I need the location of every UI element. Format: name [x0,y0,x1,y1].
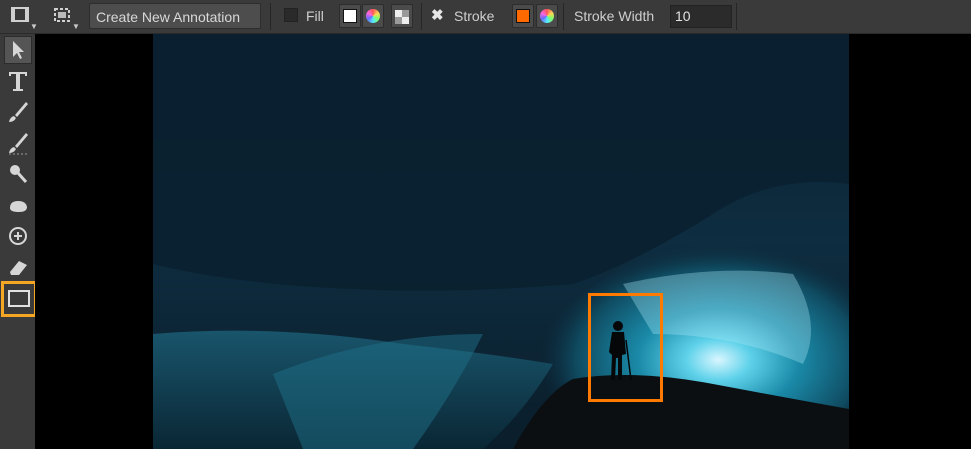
fill-label: Fill [306,8,324,24]
clone-tool[interactable] [4,160,32,188]
select-tool[interactable] [4,36,32,64]
chevron-down-icon[interactable]: ▼ [30,22,38,31]
fill-color-swatch[interactable] [339,4,361,28]
annotation-rectangle[interactable] [588,293,663,402]
checker-icon [395,10,409,24]
text-tool[interactable] [4,67,32,95]
create-new-annotation-button[interactable]: Create New Annotation [89,3,261,29]
brush-icon [9,102,28,122]
chevron-down-icon[interactable]: ▼ [72,22,80,31]
stroke-color-wheel-button[interactable] [536,4,558,28]
ice-cave-photo [153,34,849,449]
soft-brush-tool[interactable] [4,129,32,157]
circle-plus-icon [9,227,27,245]
fill-color-chip [343,9,357,23]
eraser-tool[interactable] [4,253,32,281]
paint-brush-tool[interactable] [4,98,32,126]
stroke-checkbox-x-icon[interactable]: ✖ [431,6,444,24]
eraser-icon [10,261,27,275]
dodge-tool[interactable] [4,222,32,250]
fill-color-wheel-button[interactable] [362,4,384,28]
toolbar-divider [563,3,564,30]
smudge-tool[interactable] [4,191,32,219]
arrow-cursor-icon [13,41,24,59]
fill-pattern-button[interactable] [391,4,413,28]
left-tool-panel [0,34,37,449]
toolbar-divider [270,3,271,30]
stroke-width-label: Stroke Width [574,8,655,24]
image-viewer[interactable] [35,34,971,449]
toolbar-divider [421,3,422,30]
magnifier-icon [10,165,28,183]
stroke-color-chip [516,9,530,23]
blob-icon [10,201,27,212]
top-toolbar: ▼ ▼ Create New Annotation Fill ✖ Stroke … [0,0,971,34]
text-t-icon [9,72,27,91]
shape-tool[interactable] [1,281,37,317]
color-wheel-icon [366,9,380,23]
stroke-color-swatch[interactable] [512,4,534,28]
toolbar-divider [736,3,737,30]
fill-checkbox[interactable] [284,8,298,22]
rectangle-icon [8,290,30,307]
color-wheel-icon [540,9,554,23]
stroke-width-input[interactable]: 10 [670,5,732,28]
stroke-label: Stroke [454,8,495,24]
soft-brush-icon [9,133,28,155]
